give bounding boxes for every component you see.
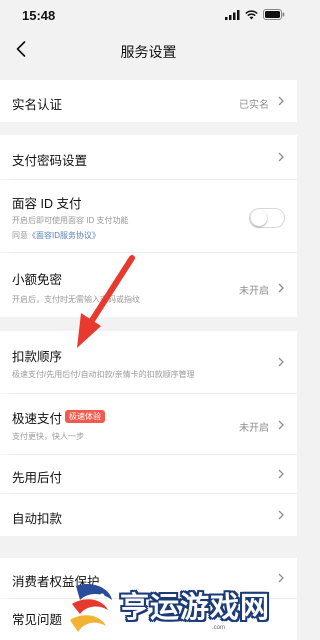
row-subtitle: 开启后，支付时无需输入密码或指纹 <box>12 295 140 304</box>
row-face-id-pay: 面容 ID 支付 开启后即可使用面容 ID 支付功能 同意《面容ID服务协议》 <box>0 180 297 252</box>
row-deduction-order[interactable]: 扣款顺序 极速支付/先用后付/自动扣款/亲情卡的扣款顺序管理 <box>0 331 297 393</box>
status-icons <box>225 9 285 20</box>
chevron-right-icon <box>278 96 284 106</box>
row-payment-password[interactable]: 支付密码设置 <box>0 135 297 179</box>
experience-badge: 极速体验 <box>65 410 105 423</box>
status-time: 15:48 <box>22 8 56 23</box>
row-title: 常见问题 <box>12 613 63 627</box>
row-title: 极速支付 <box>12 412 63 426</box>
row-subtitle: 开启后即可使用面容 ID 支付功能 <box>12 216 129 225</box>
page-title: 服务设置 <box>120 44 177 60</box>
row-small-amount-free[interactable]: 小额免密 开启后，支付时无需输入密码或指纹 未开启 <box>0 253 297 317</box>
row-real-name[interactable]: 实名认证 已实名 <box>0 80 297 122</box>
row-title: 扣款顺序 <box>12 350 63 364</box>
row-value: 未开启 <box>239 423 269 434</box>
chevron-right-icon <box>278 283 284 293</box>
row-subtitle: 支付更快，快人一步 <box>12 432 84 441</box>
row-title: 面容 ID 支付 <box>12 197 82 211</box>
battery-icon <box>263 9 285 20</box>
watermark-logo <box>70 583 112 632</box>
row-value: 未开启 <box>239 286 269 297</box>
row-auto-deduct[interactable]: 自动扣款 <box>0 494 297 536</box>
signal-icon <box>225 9 240 20</box>
agreement-text: 同意《面容ID服务协议》 <box>12 230 100 241</box>
chevron-right-icon <box>278 510 284 520</box>
agreement-prefix: 同意 <box>12 231 28 240</box>
chevron-right-icon <box>278 152 284 162</box>
toggle-knob <box>251 210 267 226</box>
row-title: 实名认证 <box>12 98 63 112</box>
row-subtitle: 极速支付/先用后付/自动扣款/亲情卡的扣款顺序管理 <box>12 370 195 379</box>
row-title: 先用后付 <box>12 471 63 485</box>
row-express-pay[interactable]: 极速支付 极速体验 支付更快，快人一步 未开启 <box>0 394 297 454</box>
status-bar: 15:48 <box>0 0 297 30</box>
row-title: 支付密码设置 <box>12 154 88 168</box>
row-title: 小额免密 <box>12 273 63 287</box>
row-title: 自动扣款 <box>12 512 63 526</box>
row-pay-later[interactable]: 先用后付 <box>0 455 297 493</box>
face-id-toggle[interactable] <box>249 208 285 228</box>
chevron-right-icon <box>278 469 284 479</box>
watermark: 亨运游戏网 .com <box>62 578 297 640</box>
agreement-link[interactable]: 《面容ID服务协议》 <box>28 231 100 240</box>
nav-bar: 服务设置 <box>0 30 297 68</box>
chevron-right-icon <box>278 420 284 430</box>
watermark-url: .com <box>212 625 226 631</box>
wifi-icon <box>245 9 258 19</box>
chevron-right-icon <box>278 357 284 367</box>
row-value: 已实名 <box>239 100 269 111</box>
watermark-text: 亨运游戏网 <box>120 590 271 624</box>
